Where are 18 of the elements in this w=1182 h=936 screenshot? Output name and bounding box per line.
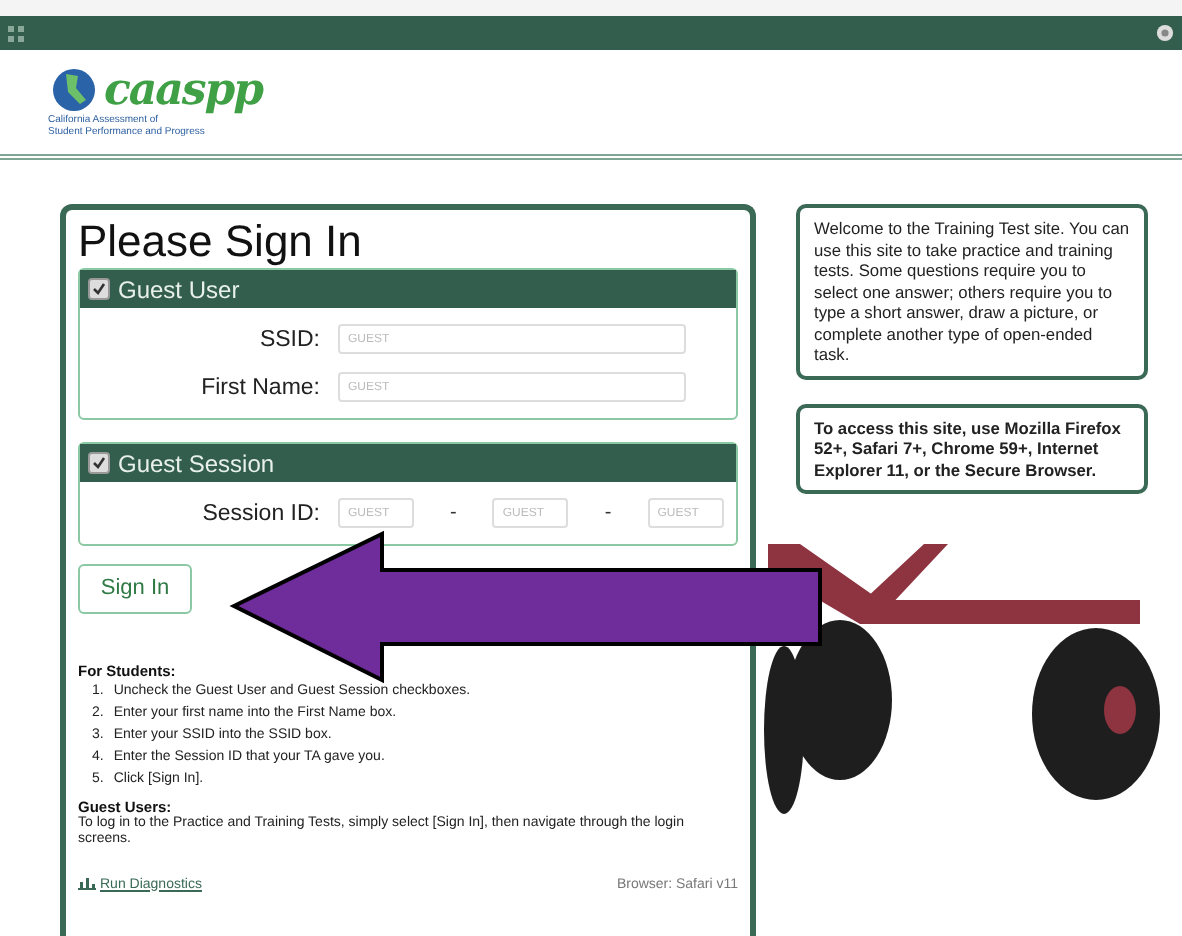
settings-icon[interactable] <box>1156 24 1174 42</box>
bar-chart-icon <box>78 878 96 890</box>
section-title: Guest Session <box>118 449 275 477</box>
separator-text: - <box>602 502 614 524</box>
info-box: Welcome to the Training Test site. You can use this site to take practice and training tests. Some questions require you to select one answer; others require you to type a short answer, draw a picture, or complete another type of open-ended task. <box>796 204 1148 379</box>
globe-logo-icon <box>48 68 100 112</box>
separator-text: - <box>448 502 459 524</box>
sign-in-title: Please Sign In <box>78 216 364 268</box>
field-label: Session ID: <box>200 501 320 525</box>
checkbox[interactable] <box>88 278 110 300</box>
info-box: To access this site, use Mozilla Firefox 52+, Safari 7+, Chrome 59+, Internet Explorer 11, or the Secure Browser. <box>796 403 1148 494</box>
grid-icon[interactable] <box>8 25 24 41</box>
field-label: First Name: <box>199 375 320 399</box>
checkbox[interactable] <box>88 452 110 474</box>
section-title: Guest User <box>118 275 240 303</box>
logo-text: caaspp <box>104 66 263 114</box>
field-label: SSID: <box>257 327 320 351</box>
sign-in-button[interactable]: Sign In <box>78 563 192 613</box>
